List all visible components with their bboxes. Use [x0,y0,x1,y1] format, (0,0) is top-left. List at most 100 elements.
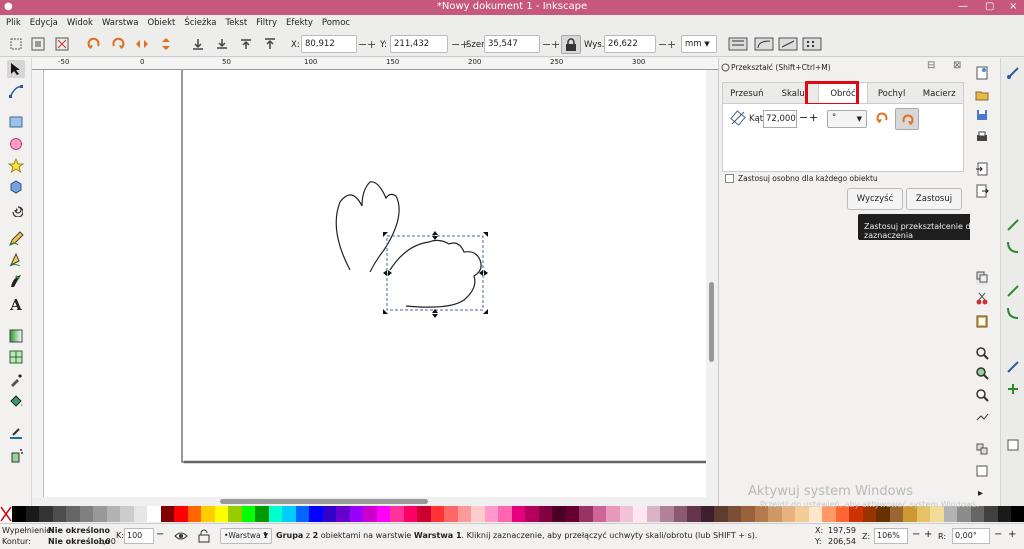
width-increment-button[interactable]: + [551,38,560,51]
stroke-width-value[interactable]: 1,00 [98,537,116,546]
transform-patterns-icon[interactable] [802,36,822,52]
3d-box-tool[interactable] [7,178,25,196]
snap-enable-icon[interactable] [1006,66,1020,80]
width-decrement-button[interactable]: − [542,38,551,51]
angle-decrement-button[interactable]: − [799,111,808,124]
print-icon[interactable] [975,130,989,144]
color-swatch[interactable] [646,506,660,522]
scale-handles[interactable] [383,231,488,318]
rotate-ccw-icon[interactable] [86,36,102,52]
rectangle-tool[interactable] [7,113,25,131]
color-swatch[interactable] [633,506,647,522]
lock-proportions-button[interactable] [561,35,581,54]
snap-nodes-icon[interactable] [1006,284,1020,298]
minimize-icon[interactable]: — [958,1,968,12]
color-swatch[interactable] [12,506,26,522]
flip-horizontal-icon[interactable] [134,36,150,52]
select-all-layers-icon[interactable] [30,36,46,52]
color-swatch[interactable] [619,506,633,522]
snap-bbox-icon[interactable] [1006,218,1020,232]
calligraphy-tool[interactable] [7,272,25,290]
color-swatch[interactable] [187,506,201,522]
no-paint-swatch[interactable] [0,506,12,522]
tab-move[interactable]: Przesuń [723,83,771,103]
flip-vertical-icon[interactable] [158,36,174,52]
paste-icon[interactable] [975,314,989,328]
color-swatch[interactable] [727,506,741,522]
mesh-tool[interactable] [7,348,25,366]
color-swatch[interactable] [552,506,566,522]
color-swatch[interactable] [565,506,579,522]
x-decrement-button[interactable]: − [358,38,367,51]
rotation-input[interactable]: 0,00° [952,528,990,544]
scale-stroke-icon[interactable] [728,36,748,52]
color-swatch[interactable] [417,506,431,522]
color-swatch[interactable] [984,506,998,522]
layer-select[interactable]: •Warstwa 1 ▼ [220,528,272,544]
x-input[interactable]: 80,912 [301,35,357,53]
color-swatch[interactable] [79,506,93,522]
layer-lock-icon[interactable] [198,529,210,543]
vertical-scrollbar[interactable] [706,70,718,497]
color-swatch[interactable] [39,506,53,522]
spray-tool[interactable] [7,446,25,464]
ellipse-tool[interactable] [7,135,25,153]
raise-icon[interactable] [238,36,254,52]
open-folder-icon[interactable] [975,88,989,102]
tab-skew[interactable]: Pochyl [868,83,916,103]
color-swatch[interactable] [714,506,728,522]
height-increment-button[interactable]: + [667,38,676,51]
color-swatch[interactable] [93,506,107,522]
horizontal-scrollbar[interactable] [44,497,718,506]
color-swatch[interactable] [241,506,255,522]
color-swatch[interactable] [498,506,512,522]
text-tool[interactable]: A [7,296,25,314]
pen-tool[interactable] [7,251,25,269]
color-swatch[interactable] [673,506,687,522]
transform-gradients-icon[interactable] [778,36,798,52]
pencil-tool[interactable] [7,230,25,248]
color-swatch[interactable] [444,506,458,522]
color-swatch[interactable] [336,506,350,522]
new-document-icon[interactable] [975,66,989,80]
rotation-decrement-button[interactable]: − [994,529,1002,540]
vertical-scroll-thumb[interactable] [709,282,714,362]
snap-path-icon[interactable] [1006,306,1020,320]
color-swatch[interactable] [457,506,471,522]
color-swatch[interactable] [106,506,120,522]
height-input[interactable]: 26,622 [604,35,656,53]
horizontal-scroll-thumb[interactable] [220,499,428,504]
menu-edit[interactable]: Edycja [30,18,58,28]
preferences-icon[interactable] [975,464,989,478]
color-swatch[interactable] [471,506,485,522]
menu-path[interactable]: Ścieżka [184,18,216,28]
fill-value[interactable]: Nie określono [48,526,110,535]
close-icon[interactable]: × [1009,1,1017,12]
color-swatch[interactable] [52,506,66,522]
color-swatch[interactable] [430,506,444,522]
color-swatch[interactable] [309,506,323,522]
gradient-tool[interactable] [7,327,25,345]
tab-matrix[interactable]: Macierz [915,83,963,103]
angle-increment-button[interactable]: + [809,111,818,124]
opacity-decrement-button[interactable]: − [156,529,164,540]
dock-close-icon[interactable]: ⊠ [953,60,961,71]
scale-corners-icon[interactable] [754,36,774,52]
color-swatch[interactable] [160,506,174,522]
clear-button[interactable]: Wyczyść [847,188,903,210]
xml-editor-icon[interactable] [975,410,989,424]
star-tool[interactable] [7,157,25,175]
width-input[interactable]: 35,547 [484,35,540,53]
menu-help[interactable]: Pomoc [322,18,350,28]
leaf-shape-selected[interactable] [389,239,482,308]
zoom-input[interactable]: 106% [874,528,908,544]
selector-tool[interactable] [7,60,25,78]
leaf-shape-unselected[interactable] [335,181,400,273]
more-commands-icon[interactable]: ▸ [978,488,983,499]
deselect-icon[interactable] [54,36,70,52]
menu-layer[interactable]: Warstwa [102,18,139,28]
color-swatch[interactable] [1011,506,1024,522]
select-all-icon[interactable] [8,36,24,52]
color-swatch[interactable] [147,506,161,522]
color-swatch[interactable] [660,506,674,522]
